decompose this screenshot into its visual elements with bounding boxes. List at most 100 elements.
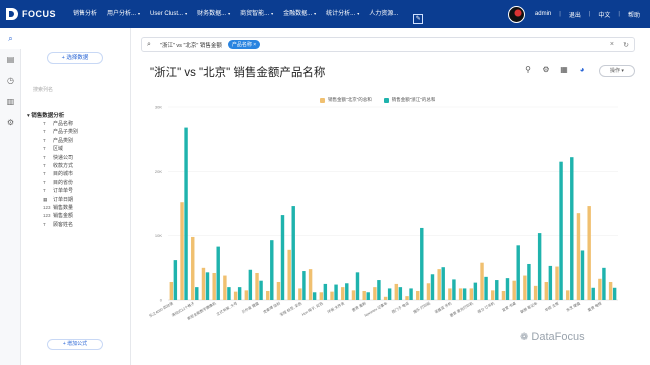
nav-item-1[interactable]: 用户分析... ▾: [102, 0, 145, 28]
nav-item-5[interactable]: 金融数据... ▾: [278, 0, 321, 28]
bar-zhejiang[interactable]: [377, 280, 381, 300]
clear-icon[interactable]: ×: [610, 41, 614, 48]
doc-icon[interactable]: ▤: [0, 49, 21, 70]
bar-beijing[interactable]: [233, 291, 238, 300]
bar-beijing[interactable]: [341, 287, 345, 300]
operate-button[interactable]: 操作 ▾: [599, 65, 635, 77]
table-view-icon[interactable]: ▦: [555, 65, 573, 77]
bar-zhejiang[interactable]: [537, 233, 542, 300]
bar-beijing[interactable]: [276, 281, 281, 300]
bar-beijing[interactable]: [351, 290, 356, 300]
bar-beijing[interactable]: [598, 278, 602, 300]
bar-beijing[interactable]: [576, 213, 581, 300]
nav-item-3[interactable]: 财务数据... ▾: [192, 0, 235, 28]
bar-beijing[interactable]: [373, 287, 377, 300]
bar-zhejiang[interactable]: [420, 227, 424, 300]
bar-zhejiang[interactable]: [441, 267, 445, 300]
bar-beijing[interactable]: [437, 269, 441, 300]
search-icon[interactable]: ⌕: [0, 28, 21, 49]
nav-item-4[interactable]: 商贸智能... ▾: [235, 0, 278, 28]
bar-zhejiang[interactable]: [184, 127, 188, 300]
search-query-bar[interactable]: ⌕ "浙江" vs "北京" 销售金额 产品名称 × × ↻: [141, 37, 635, 52]
bar-beijing[interactable]: [544, 281, 549, 300]
bar-zhejiang[interactable]: [173, 260, 178, 300]
bar-beijing[interactable]: [362, 290, 366, 300]
bar-zhejiang[interactable]: [548, 265, 553, 300]
language-switch[interactable]: 中文: [598, 10, 610, 19]
field-item[interactable]: T 订单单号: [43, 187, 78, 195]
app-logo[interactable]: FOCUS: [0, 8, 62, 20]
field-item[interactable]: T 快递公司: [43, 154, 78, 162]
database-icon[interactable]: ▥: [0, 91, 21, 112]
bar-beijing[interactable]: [383, 296, 388, 300]
bar-beijing[interactable]: [555, 266, 559, 300]
history-icon[interactable]: ◷: [0, 70, 21, 91]
bar-beijing[interactable]: [298, 288, 302, 300]
bar-zhejiang[interactable]: [237, 287, 242, 300]
bar-zhejiang[interactable]: [216, 246, 220, 300]
bar-zhejiang[interactable]: [580, 250, 585, 300]
bar-zhejiang[interactable]: [291, 206, 295, 300]
bar-beijing[interactable]: [533, 285, 538, 300]
bar-beijing[interactable]: [169, 281, 174, 300]
field-item[interactable]: T 收款方式: [43, 162, 78, 170]
bar-zhejiang[interactable]: [195, 287, 199, 300]
bar-zhejiang[interactable]: [366, 292, 370, 300]
bar-zhejiang[interactable]: [227, 287, 231, 300]
help-link[interactable]: 帮助: [628, 10, 640, 19]
bar-zhejiang[interactable]: [516, 245, 520, 300]
bar-beijing[interactable]: [330, 291, 334, 300]
bar-zhejiang[interactable]: [302, 271, 306, 300]
bar-beijing[interactable]: [212, 272, 216, 300]
bar-zhejiang[interactable]: [355, 272, 360, 300]
bar-zhejiang[interactable]: [345, 283, 349, 300]
bar-beijing[interactable]: [426, 283, 431, 300]
refresh-icon[interactable]: ↻: [623, 41, 629, 49]
query-text[interactable]: "浙江" vs "北京" 销售金额: [160, 41, 222, 49]
select-data-button[interactable]: + 选择数据: [47, 52, 103, 64]
bar-zhejiang[interactable]: [398, 287, 403, 300]
settings-icon[interactable]: ⚙: [537, 65, 555, 77]
bar-zhejiang[interactable]: [312, 292, 317, 300]
field-item[interactable]: T 产品类别: [43, 137, 78, 145]
bar-beijing[interactable]: [501, 290, 506, 300]
bar-zhejiang[interactable]: [495, 280, 499, 300]
field-item[interactable]: T 目的城市: [43, 170, 78, 178]
bar-beijing[interactable]: [308, 269, 313, 300]
nav-item-7[interactable]: 人力资源...: [364, 0, 403, 28]
bar-beijing[interactable]: [512, 280, 516, 300]
bar-zhejiang[interactable]: [559, 161, 563, 300]
bar-zhejiang[interactable]: [473, 282, 478, 300]
settings-icon[interactable]: ⚙: [0, 112, 21, 133]
username[interactable]: admin: [535, 11, 551, 17]
table-name[interactable]: ▾ 销售数据分析: [27, 111, 64, 119]
bar-beijing[interactable]: [480, 262, 484, 300]
field-item[interactable]: T 产品子类别: [43, 128, 78, 136]
bar-zhejiang[interactable]: [527, 263, 531, 300]
nav-item-0[interactable]: 销售分析: [68, 0, 102, 28]
bar-zhejiang[interactable]: [270, 240, 274, 300]
field-item[interactable]: T 顾客姓名: [43, 221, 78, 229]
pin-icon[interactable]: ⚲: [519, 65, 537, 77]
bar-beijing[interactable]: [180, 202, 184, 300]
bar-beijing[interactable]: [523, 275, 527, 300]
bar-zhejiang[interactable]: [591, 287, 595, 300]
logout-link[interactable]: 退出: [569, 10, 581, 19]
bar-zhejiang[interactable]: [323, 283, 328, 300]
add-formula-button[interactable]: + 增加公式: [47, 339, 103, 350]
bar-beijing[interactable]: [458, 288, 463, 300]
field-item[interactable]: ▦ 订单日期: [43, 196, 78, 204]
bar-beijing[interactable]: [491, 290, 495, 300]
bar-beijing[interactable]: [255, 272, 259, 300]
chart-type-icon[interactable]: ◕: [573, 65, 591, 77]
field-item[interactable]: T 产品名称: [43, 120, 78, 128]
bar-zhejiang[interactable]: [259, 280, 263, 300]
bar-beijing[interactable]: [319, 292, 324, 300]
bar-beijing[interactable]: [244, 290, 249, 300]
bar-zhejiang[interactable]: [462, 288, 467, 300]
bar-beijing[interactable]: [608, 281, 613, 300]
nav-item-6[interactable]: 统计分析... ▾: [321, 0, 364, 28]
bar-beijing[interactable]: [587, 206, 591, 300]
nav-item-2[interactable]: User Clust... ▾: [145, 0, 192, 28]
bar-beijing[interactable]: [201, 267, 206, 300]
